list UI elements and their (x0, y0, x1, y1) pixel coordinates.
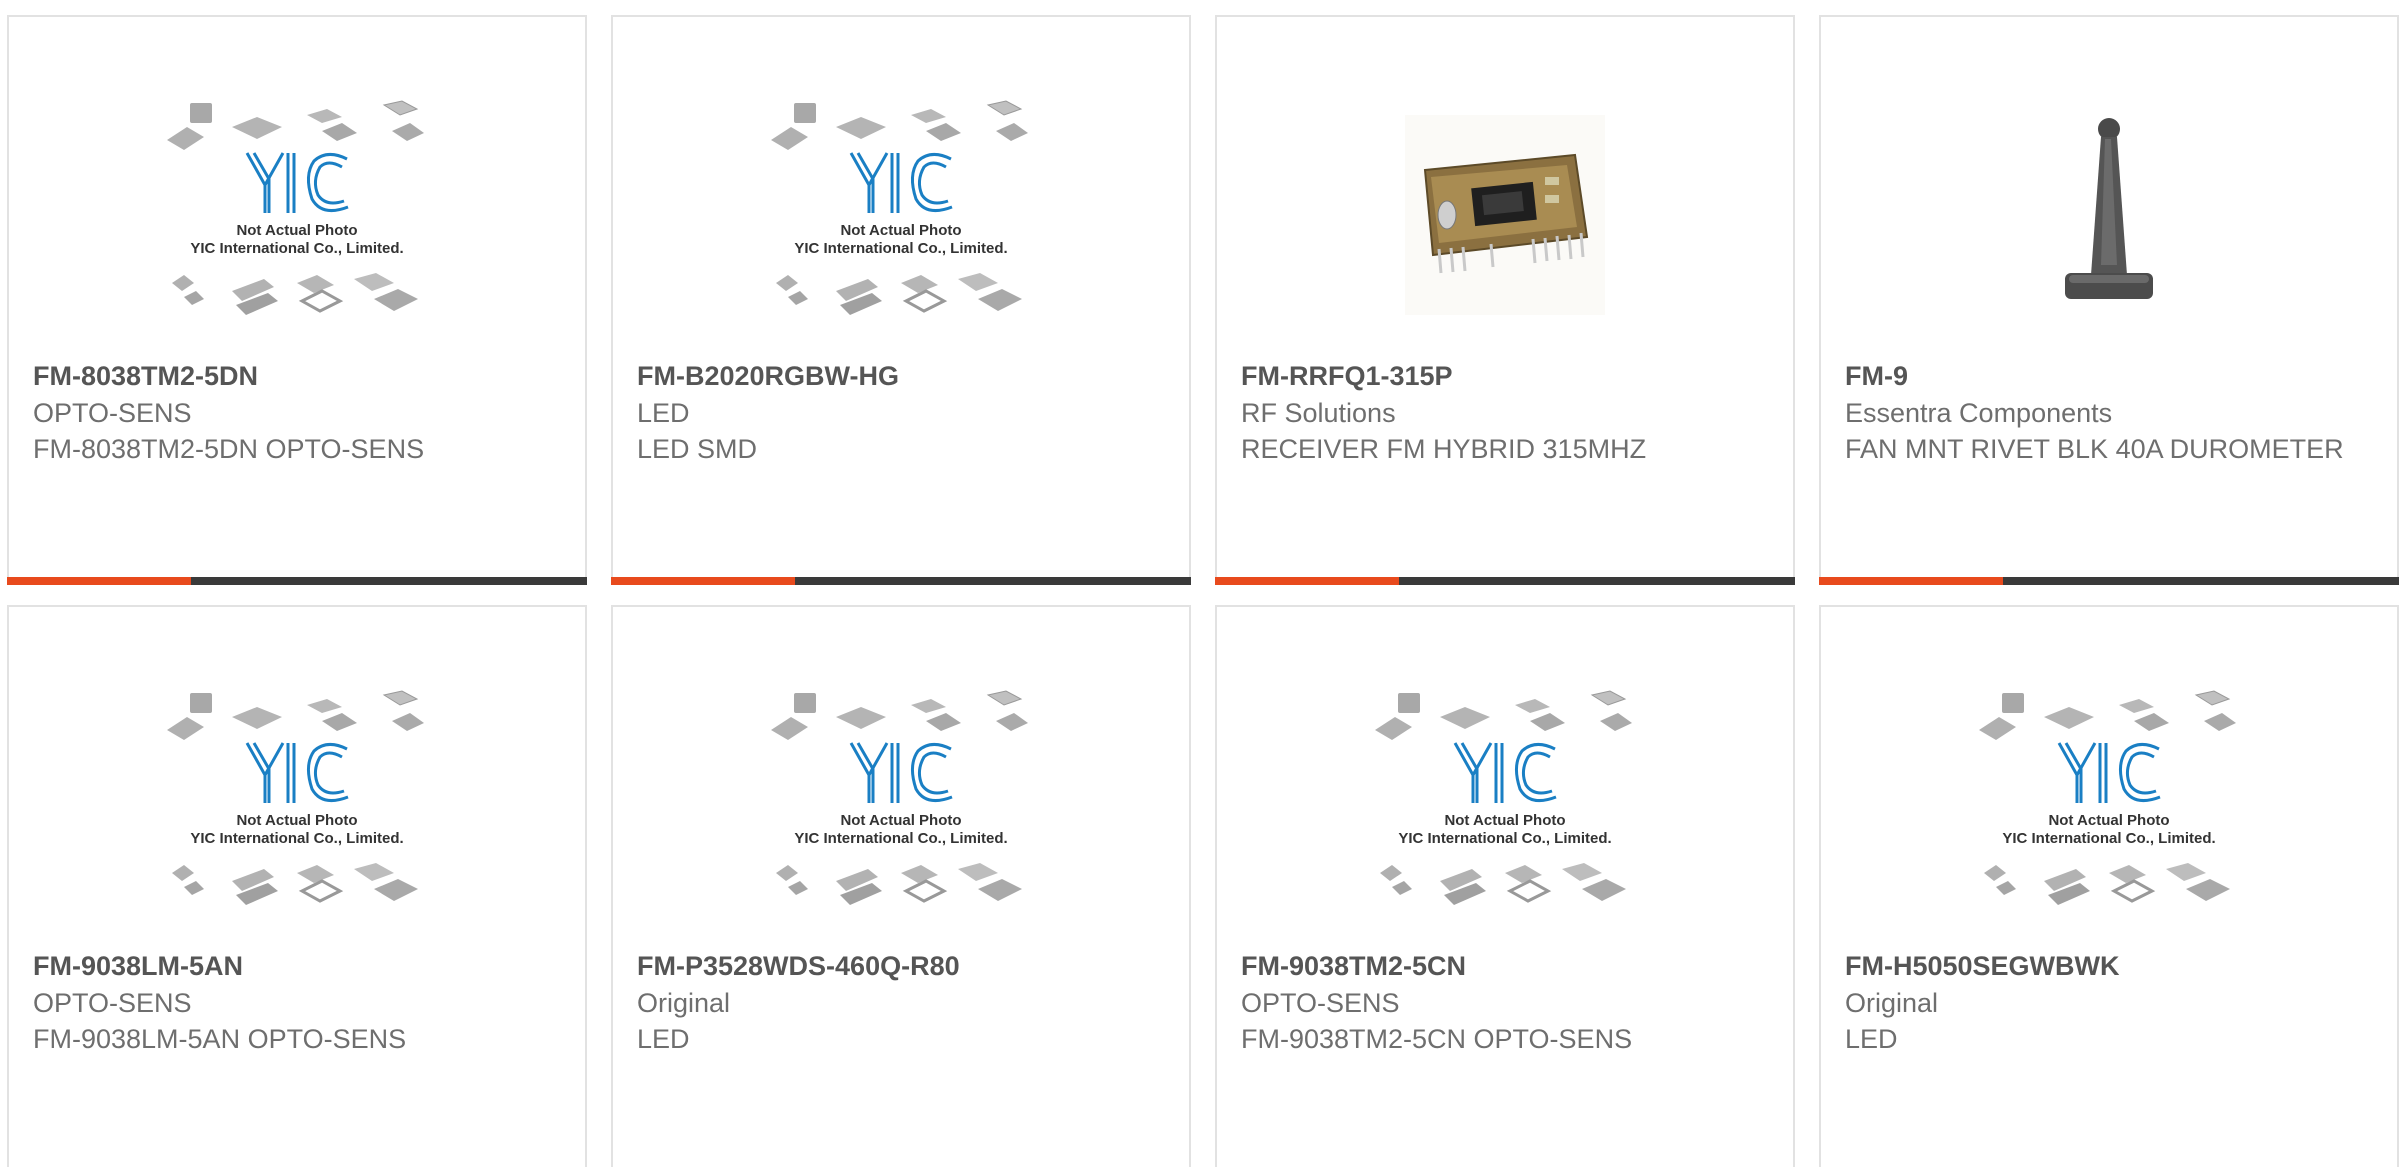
description: FAN MNT RIVET BLK 40A DUROMETER (1845, 434, 2344, 464)
part-number[interactable]: FM-9 (1845, 357, 2377, 395)
product-image[interactable]: Not Actual Photo YIC International Co., L… (613, 77, 1189, 352)
svg-text:YIC International Co., Limited: YIC International Co., Limited. (2002, 830, 2215, 847)
description: LED (637, 1024, 690, 1054)
product-grid: Not Actual Photo YIC International Co., L… (0, 0, 2400, 1167)
description: LED SMD (637, 434, 758, 464)
yic-placeholder-logo: Not Actual PhotoYIC International Co., L… (771, 689, 1028, 905)
fan-rivet-photo (2065, 117, 2153, 299)
product-card[interactable]: FM-RRFQ1-315P RF Solutions RECEIVER FM H… (1215, 15, 1795, 585)
card-bottom-bar (611, 577, 1191, 585)
manufacturer: OPTO-SENS (33, 988, 192, 1018)
yic-placeholder-logo: Not Actual PhotoYIC International Co., L… (771, 99, 1028, 315)
manufacturer: OPTO-SENS (33, 398, 192, 428)
svg-text:Not Actual Photo: Not Actual Photo (840, 222, 961, 239)
product-card[interactable]: Not Actual Photo YIC International Co., L… (611, 15, 1191, 585)
product-card[interactable]: Not Actual Photo YIC International Co., L… (7, 605, 587, 1167)
product-image[interactable]: Not Actual Photo YIC International Co., L… (1217, 667, 1793, 942)
yic-placeholder-logo: Not Actual PhotoYIC International Co., L… (167, 99, 424, 315)
part-number[interactable]: FM-9038LM-5AN (33, 947, 565, 985)
yic-placeholder-logo: Not Actual PhotoYIC International Co., L… (1375, 689, 1632, 905)
product-image[interactable]: Not Actual Photo YIC International Co., L… (1821, 667, 2397, 942)
card-bar-accent (7, 577, 191, 585)
description: LED (1845, 1024, 1898, 1054)
product-image[interactable] (1821, 77, 2397, 352)
svg-text:YIC International Co., Limited: YIC International Co., Limited. (794, 240, 1007, 257)
product-image[interactable]: Not Actual Photo YIC International Co., L… (613, 667, 1189, 942)
product-card[interactable]: Not Actual Photo YIC International Co., L… (1215, 605, 1795, 1167)
part-number[interactable]: FM-RRFQ1-315P (1241, 357, 1773, 395)
description: RECEIVER FM HYBRID 315MHZ (1241, 434, 1647, 464)
svg-text:Not Actual Photo: Not Actual Photo (840, 812, 961, 829)
product-image[interactable]: Not Actual Photo YIC International Co., L… (9, 667, 585, 942)
product-card[interactable]: FM-9 Essentra Components FAN MNT RIVET B… (1819, 15, 2399, 585)
svg-text:Not Actual Photo: Not Actual Photo (2048, 812, 2169, 829)
manufacturer: RF Solutions (1241, 398, 1396, 428)
product-card[interactable]: Not Actual Photo YIC International Co., L… (7, 15, 587, 585)
manufacturer: OPTO-SENS (1241, 988, 1400, 1018)
card-bottom-bar (7, 577, 587, 585)
product-card[interactable]: Not Actual Photo YIC International Co., L… (611, 605, 1191, 1167)
description: FM-9038TM2-5CN OPTO-SENS (1241, 1024, 1633, 1054)
yic-placeholder-logo: Not Actual PhotoYIC International Co., L… (167, 689, 424, 905)
part-number[interactable]: FM-9038TM2-5CN (1241, 947, 1773, 985)
part-number[interactable]: FM-H5050SEGWBWK (1845, 947, 2377, 985)
manufacturer: Essentra Components (1845, 398, 2113, 428)
svg-text:YIC International Co., Limited: YIC International Co., Limited. (794, 830, 1007, 847)
product-image[interactable]: Not Actual Photo YIC International Co., L… (9, 77, 585, 352)
manufacturer: Original (637, 988, 731, 1018)
svg-text:Not Actual Photo: Not Actual Photo (236, 222, 357, 239)
card-bar-accent (1215, 577, 1399, 585)
part-number[interactable]: FM-8038TM2-5DN (33, 357, 565, 395)
rf-module-photo (1405, 114, 1605, 315)
product-card[interactable]: Not Actual Photo YIC International Co., L… (1819, 605, 2399, 1167)
part-number[interactable]: FM-B2020RGBW-HG (637, 357, 1169, 395)
manufacturer: LED (637, 398, 690, 428)
product-image[interactable] (1217, 77, 1793, 352)
card-bar-accent (1819, 577, 2003, 585)
svg-text:YIC International Co., Limited: YIC International Co., Limited. (190, 830, 403, 847)
manufacturer: Original (1845, 988, 1939, 1018)
card-bar-accent (611, 577, 795, 585)
svg-text:Not Actual Photo: Not Actual Photo (236, 812, 357, 829)
svg-text:YIC International Co., Limited: YIC International Co., Limited. (190, 240, 403, 257)
yic-placeholder-logo: Not Actual PhotoYIC International Co., L… (1979, 689, 2236, 905)
svg-text:Not Actual Photo: Not Actual Photo (1444, 812, 1565, 829)
part-number[interactable]: FM-P3528WDS-460Q-R80 (637, 947, 1169, 985)
card-bottom-bar (1819, 577, 2399, 585)
description: FM-9038LM-5AN OPTO-SENS (33, 1024, 407, 1054)
card-bottom-bar (1215, 577, 1795, 585)
description: FM-8038TM2-5DN OPTO-SENS (33, 434, 425, 464)
svg-text:YIC International Co., Limited: YIC International Co., Limited. (1398, 830, 1611, 847)
